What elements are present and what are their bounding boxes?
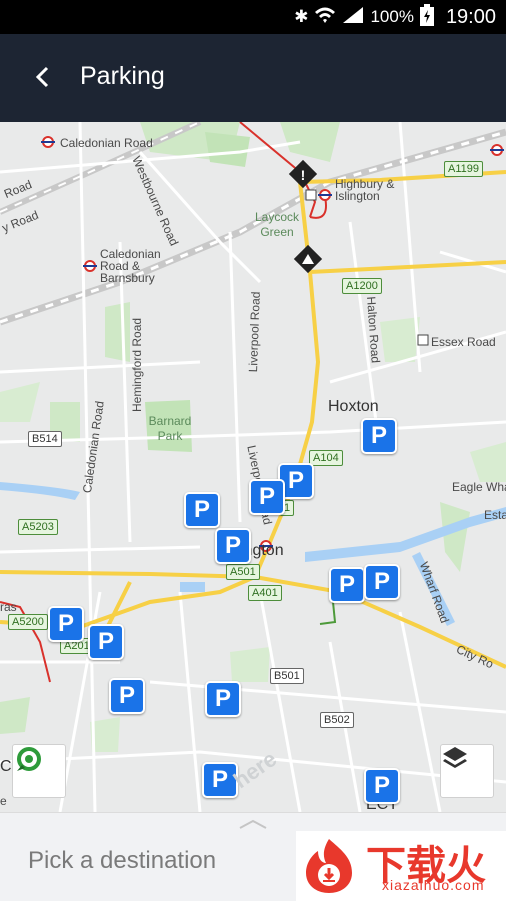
wifi-icon — [314, 6, 336, 29]
map-layers-button[interactable] — [440, 744, 494, 798]
road-label: Essex Road — [431, 335, 496, 349]
road-label: Caledonian Road — [60, 136, 153, 150]
parking-marker[interactable]: P — [88, 624, 124, 660]
park-label: Laycock Green — [254, 210, 300, 239]
road-shield: A1200 — [342, 278, 382, 294]
parking-marker[interactable]: P — [361, 418, 397, 454]
watermark-url: xiazaihuo.com — [382, 877, 485, 893]
road-shield: A5203 — [18, 519, 58, 535]
station-label: Highbury & Islington — [335, 177, 395, 203]
page-title: Parking — [80, 62, 165, 90]
arrow-back-icon — [35, 66, 49, 88]
area-label: e — [0, 794, 7, 808]
roadworks-icon — [293, 244, 323, 274]
road-shield: A501 — [226, 564, 260, 580]
map-view[interactable]: ! Caledonian Road Westbourne Road Caledo… — [0, 122, 506, 812]
road-label: Hemingford Road — [130, 317, 144, 412]
road-label: Liverpool Road — [246, 291, 263, 373]
incident-icon: ! — [288, 159, 318, 189]
parking-marker[interactable]: P — [249, 479, 285, 515]
location-marker-icon — [17, 747, 41, 771]
clock: 19:00 — [445, 5, 496, 28]
area-label: C — [0, 758, 12, 775]
pick-destination-field[interactable]: Pick a destination — [28, 847, 216, 875]
site-watermark: 下载火 xiazaihuo.com — [296, 831, 506, 901]
road-shield: B514 — [28, 431, 62, 447]
road-shield: B501 — [270, 668, 304, 684]
area-label: Hoxton — [328, 398, 379, 415]
layers-icon — [443, 747, 467, 768]
back-button[interactable] — [26, 60, 60, 94]
parking-marker[interactable]: P — [364, 564, 400, 600]
destination-sheet[interactable]: Pick a destination 下载火 xiazaihuo.com — [0, 812, 506, 901]
park-label: Barnard Park — [148, 414, 192, 443]
road-shield: A104 — [309, 450, 343, 466]
svg-text:!: ! — [301, 167, 306, 183]
my-location-button[interactable] — [12, 744, 66, 798]
signal-icon — [342, 6, 364, 29]
place-label: Esta — [484, 508, 506, 522]
road-shield: A401 — [248, 585, 282, 601]
road-shield: A5200 — [8, 614, 48, 630]
parking-marker[interactable]: P — [215, 528, 251, 564]
road-label: ras — [0, 600, 17, 614]
app-bar: Parking — [0, 34, 506, 122]
parking-marker[interactable]: P — [109, 678, 145, 714]
bluetooth-icon: ✱ — [294, 7, 309, 26]
chevron-up-icon[interactable] — [238, 819, 268, 829]
status-bar: ✱ 100% 19:00 — [0, 0, 506, 34]
battery-percent: 100% — [370, 7, 414, 26]
parking-marker[interactable]: P — [329, 567, 365, 603]
parking-marker[interactable]: P — [48, 606, 84, 642]
parking-marker[interactable]: P — [202, 762, 238, 798]
parking-marker[interactable]: P — [205, 681, 241, 717]
parking-marker[interactable]: P — [184, 492, 220, 528]
road-shield: B502 — [320, 712, 354, 728]
fire-logo-icon — [306, 839, 352, 893]
place-label: Eagle Wha — [452, 480, 506, 494]
parking-marker[interactable]: P — [364, 768, 400, 804]
road-shield: A1199 — [444, 161, 483, 177]
station-label: Caledonian Road & Barnsbury — [100, 247, 161, 285]
battery-icon — [419, 3, 434, 31]
